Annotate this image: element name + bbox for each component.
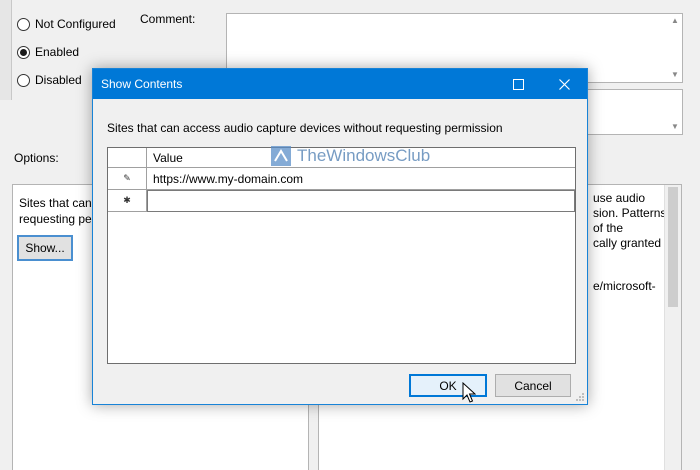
options-text-line: Sites that can [19, 196, 92, 210]
mouse-cursor-icon [462, 382, 476, 403]
scroll-down-icon[interactable]: ▼ [670, 122, 680, 132]
radio-not-configured[interactable]: Not Configured [17, 17, 116, 31]
radio-label: Not Configured [35, 17, 116, 31]
scrollbar-thumb[interactable] [668, 187, 678, 307]
grid-row[interactable]: ✎ https://www.my-domain.com [108, 168, 575, 190]
maximize-icon [512, 78, 524, 90]
radio-enabled[interactable]: Enabled [17, 45, 79, 59]
values-grid[interactable]: Value ✎ https://www.my-domain.com ✱ [107, 147, 576, 364]
radio-disabled[interactable]: Disabled [17, 73, 82, 87]
dialog-title: Show Contents [101, 77, 183, 91]
scroll-up-icon[interactable]: ▲ [670, 16, 680, 26]
help-text-link: e/microsoft- [593, 279, 656, 293]
titlebar: Show Contents [93, 69, 587, 99]
row-selector-header [108, 148, 147, 168]
radio-label: Enabled [35, 45, 80, 59]
resize-grip-icon[interactable] [575, 392, 585, 402]
windowsclub-logo-icon [271, 146, 291, 166]
watermark: TheWindowsClub [271, 146, 430, 166]
close-icon [558, 78, 570, 90]
left-strip [0, 0, 12, 100]
radio-circle[interactable] [17, 73, 30, 87]
show-contents-dialog: Show Contents Sites that can access audi… [92, 68, 588, 405]
radio-circle-checked[interactable] [17, 45, 30, 59]
maximize-button[interactable] [495, 69, 541, 99]
supported-on-box: ▼ [586, 89, 683, 135]
scroll-down-icon[interactable]: ▼ [670, 70, 680, 80]
comment-label: Comment: [140, 12, 196, 26]
options-description: Sites that can requesting pe [19, 195, 92, 227]
show-button[interactable]: Show... [17, 235, 73, 261]
radio-label: Disabled [35, 73, 82, 87]
radio-circle[interactable] [17, 17, 30, 31]
close-button[interactable] [541, 69, 587, 99]
new-row-asterisk-icon[interactable]: ✱ [108, 190, 147, 212]
options-text-line: requesting pe [19, 212, 92, 226]
help-scrollbar[interactable] [664, 185, 681, 470]
grid-new-row[interactable]: ✱ [108, 190, 575, 212]
value-cell-new[interactable] [147, 190, 575, 212]
edit-pencil-icon[interactable]: ✎ [108, 168, 147, 190]
value-cell[interactable]: https://www.my-domain.com [147, 168, 575, 190]
options-label: Options: [14, 151, 59, 165]
cancel-button[interactable]: Cancel [495, 374, 571, 397]
dialog-description: Sites that can access audio capture devi… [107, 121, 503, 135]
watermark-text: TheWindowsClub [297, 146, 431, 165]
